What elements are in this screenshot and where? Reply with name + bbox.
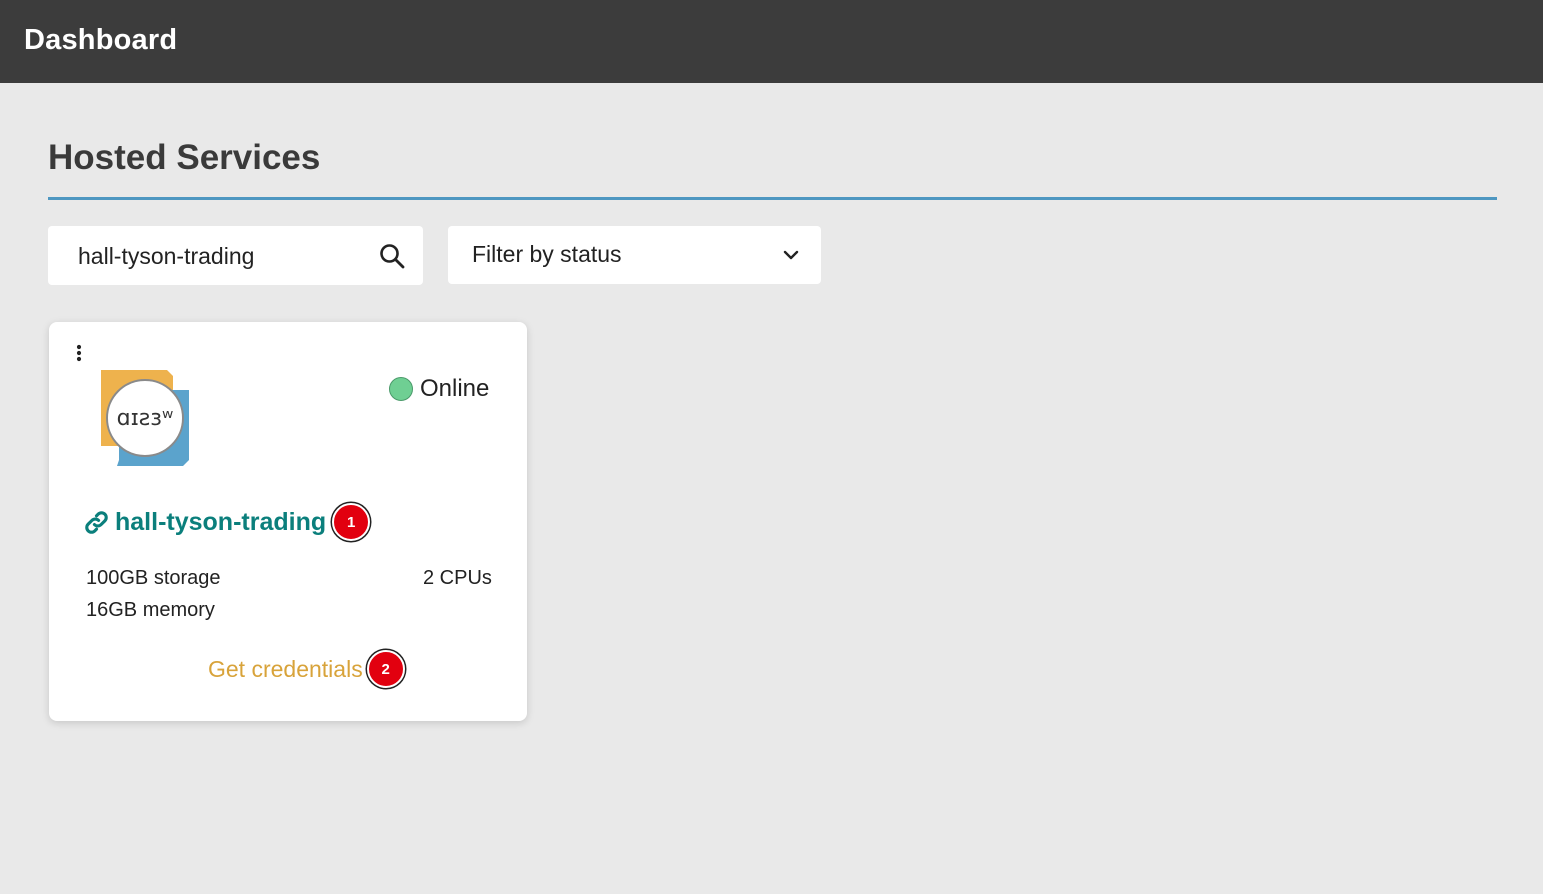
memory-spec: 16GB memory [86, 599, 215, 621]
step-badge-2: 2 [366, 650, 405, 688]
status-label: Online [420, 375, 490, 402]
status-indicator: Online [389, 375, 489, 403]
storage-spec: 100GB storage [86, 567, 221, 589]
status-dot [389, 377, 413, 401]
page-title: Hosted Services [48, 138, 321, 177]
get-credentials-label: Get credentials [208, 655, 363, 682]
service-link[interactable]: hall-tyson-trading 1 [84, 503, 371, 541]
search-input[interactable] [78, 240, 368, 272]
link-icon [85, 510, 108, 534]
top-bar: Dashboard [0, 0, 1543, 83]
search-box [48, 226, 423, 285]
status-filter-dropdown[interactable]: Filter by status [448, 226, 821, 284]
service-card: ɑɪƨɜʷ Online hall-tyson-trading 1 100GB … [49, 322, 527, 721]
status-filter-label: Filter by status [472, 241, 622, 267]
cpu-spec: 2 CPUs [423, 567, 492, 589]
get-credentials-link[interactable]: Get credentials 2 [208, 649, 405, 689]
chevron-down-icon [783, 250, 799, 260]
svg-text:ɑɪƨɜʷ: ɑɪƨɜʷ [117, 406, 174, 431]
step-badge-1: 1 [332, 503, 371, 541]
service-logo: ɑɪƨɜʷ [101, 370, 189, 466]
search-icon[interactable] [379, 243, 405, 269]
service-name: hall-tyson-trading [115, 507, 327, 536]
title-divider [48, 197, 1497, 200]
app-title: Dashboard [24, 24, 178, 56]
kebab-menu-icon[interactable] [73, 342, 85, 364]
